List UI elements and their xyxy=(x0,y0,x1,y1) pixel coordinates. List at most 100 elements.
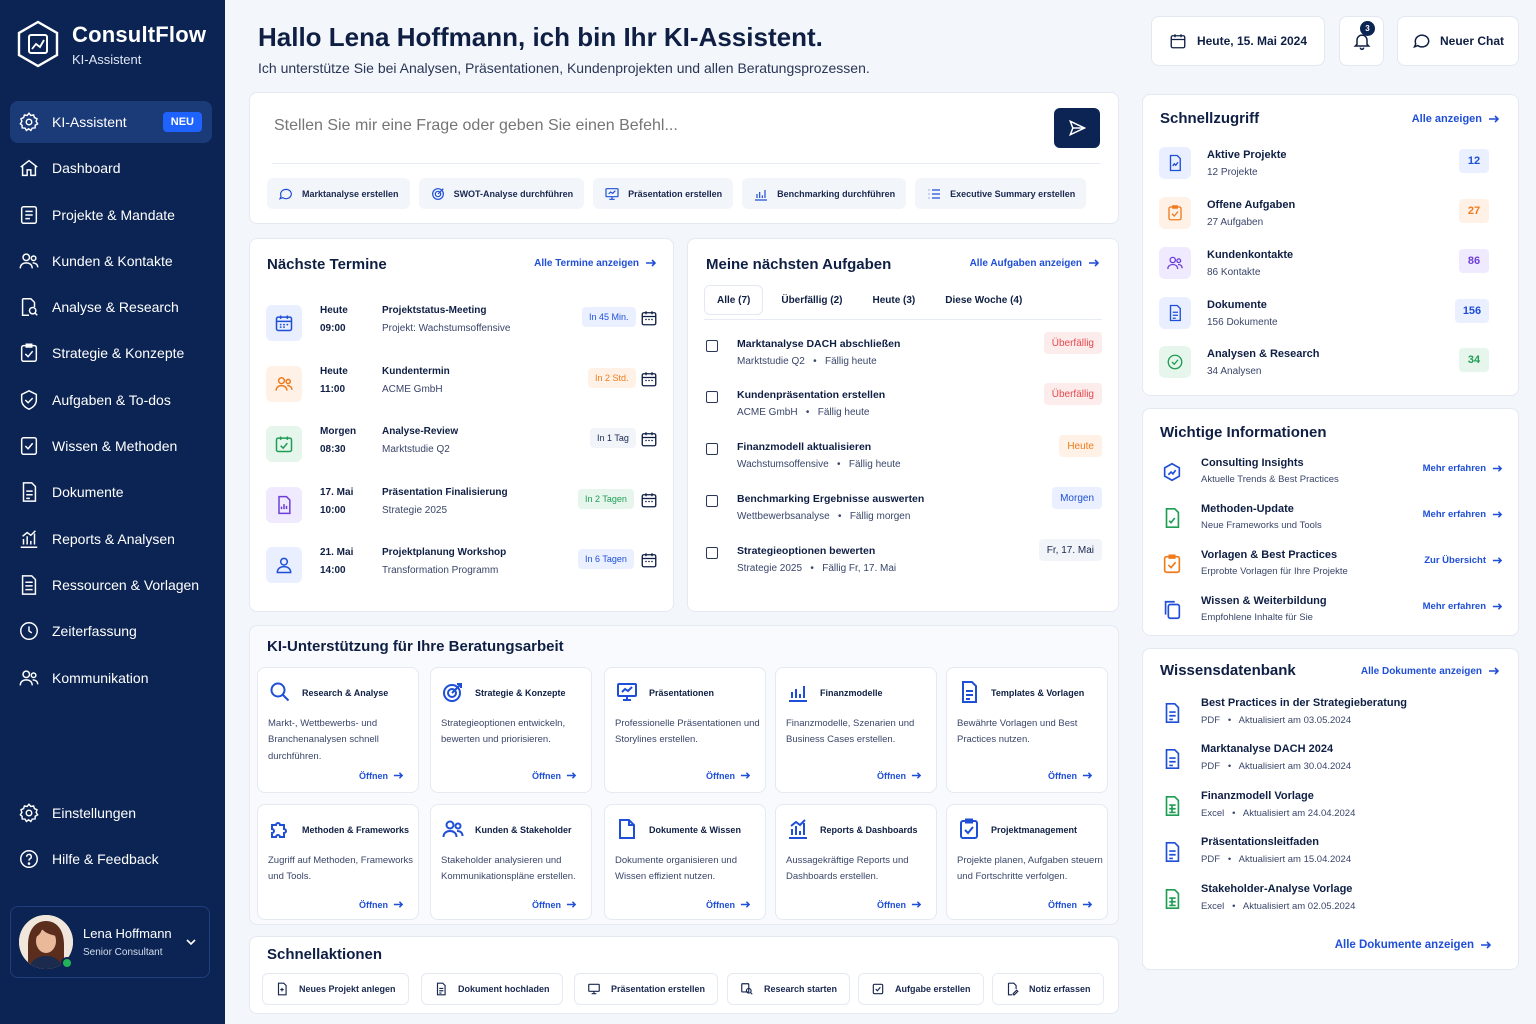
chip-benchmarking[interactable]: Benchmarking durchführen xyxy=(742,178,907,209)
send-button[interactable] xyxy=(1054,108,1100,148)
task-checkbox[interactable] xyxy=(706,391,718,403)
knowledge-item[interactable]: Stakeholder-Analyse Vorlage Excel • Aktu… xyxy=(1159,883,1503,919)
appointment-item[interactable]: Heute 11:00 Kundentermin ACME GmbH In 2 … xyxy=(266,364,666,410)
task-item[interactable]: Finanzmodell aktualisieren Wachstumsoffe… xyxy=(706,435,1102,481)
calendar-add-icon[interactable] xyxy=(640,551,658,569)
info-item[interactable]: Wissen & Weiterbildung Empfohlene Inhalt… xyxy=(1159,595,1503,631)
info-item-link[interactable]: Mehr erfahren xyxy=(1423,509,1503,520)
action-create-task[interactable]: Aufgabe erstellen xyxy=(858,973,984,1005)
calendar-add-icon[interactable] xyxy=(640,309,658,327)
open-link[interactable]: Öffnen xyxy=(877,770,922,781)
open-link[interactable]: Öffnen xyxy=(706,770,751,781)
nav-item-analyse[interactable]: Analyse & Research xyxy=(10,286,212,328)
knowledge-item[interactable]: Marktanalyse DACH 2024 PDF • Aktualisier… xyxy=(1159,743,1503,779)
new-chat-button[interactable]: Neuer Chat xyxy=(1397,16,1519,66)
chevron-down-icon[interactable] xyxy=(185,936,197,948)
appointment-item[interactable]: 21. Mai 14:00 Projektplanung Workshop Tr… xyxy=(266,545,666,591)
open-link[interactable]: Öffnen xyxy=(877,899,922,910)
open-link[interactable]: Öffnen xyxy=(1048,770,1093,781)
info-item-link[interactable]: Mehr erfahren xyxy=(1423,463,1503,474)
task-item[interactable]: Marktanalyse DACH abschließen Marktstudi… xyxy=(706,332,1102,378)
nav-item-kommunikation[interactable]: Kommunikation xyxy=(10,657,212,699)
knowledge-all-link-top[interactable]: Alle Dokumente anzeigen xyxy=(1361,665,1500,677)
chip-swot[interactable]: SWOT-Analyse durchführen xyxy=(418,178,585,209)
calendar-add-icon[interactable] xyxy=(640,430,658,448)
all-tasks-link[interactable]: Alle Aufgaben anzeigen xyxy=(970,257,1100,269)
open-link[interactable]: Öffnen xyxy=(1048,899,1093,910)
nav-item-kunden[interactable]: Kunden & Kontakte xyxy=(10,240,212,282)
open-link[interactable]: Öffnen xyxy=(359,770,404,781)
nav-item-ki-assistent[interactable]: KI-Assistent NEU xyxy=(10,101,212,143)
task-item[interactable]: Strategieoptionen bewerten Strategie 202… xyxy=(706,539,1102,585)
task-checkbox[interactable] xyxy=(706,495,718,507)
nav-item-einstellungen[interactable]: Einstellungen xyxy=(10,792,212,834)
nav-item-projekte[interactable]: Projekte & Mandate xyxy=(10,194,212,236)
tile-projektmanagement[interactable]: Projektmanagement Projekte planen, Aufga… xyxy=(946,804,1108,920)
nav-item-hilfe[interactable]: Hilfe & Feedback xyxy=(10,838,212,880)
nav-item-dokumente[interactable]: Dokumente xyxy=(10,471,212,513)
task-checkbox[interactable] xyxy=(706,340,718,352)
info-item[interactable]: Vorlagen & Best Practices Erprobte Vorla… xyxy=(1159,549,1503,585)
calendar-add-icon[interactable] xyxy=(640,370,658,388)
tile-research[interactable]: Research & Analyse Markt-, Wettbewerbs- … xyxy=(257,667,419,793)
nav-item-ressourcen[interactable]: Ressourcen & Vorlagen xyxy=(10,564,212,606)
chat-input[interactable] xyxy=(274,117,1034,135)
action-create-presentation[interactable]: Präsentation erstellen xyxy=(574,973,719,1005)
quick-access-item[interactable]: Kundenkontakte 86 Kontakte 86 xyxy=(1159,247,1489,287)
tile-reports[interactable]: Reports & Dashboards Aussagekräftige Rep… xyxy=(775,804,937,920)
quick-access-all-link[interactable]: Alle anzeigen xyxy=(1412,113,1500,125)
open-link[interactable]: Öffnen xyxy=(532,770,577,781)
appointment-item[interactable]: Heute 09:00 Projektstatus-Meeting Projek… xyxy=(266,303,666,349)
knowledge-item[interactable]: Präsentationsleitfaden PDF • Aktualisier… xyxy=(1159,836,1503,872)
action-start-research[interactable]: Research starten xyxy=(727,973,851,1005)
knowledge-item[interactable]: Finanzmodell Vorlage Excel • Aktualisier… xyxy=(1159,790,1503,826)
tile-methoden[interactable]: Methoden & Frameworks Zugriff auf Method… xyxy=(257,804,419,920)
action-new-project[interactable]: Neues Projekt anlegen xyxy=(262,973,409,1005)
brand-logo[interactable]: ConsultFlow KI-Assistent xyxy=(16,20,206,68)
quick-access-item[interactable]: Offene Aufgaben 27 Aufgaben 27 xyxy=(1159,197,1489,237)
knowledge-all-link-bottom[interactable]: Alle Dokumente anzeigen xyxy=(1335,939,1492,951)
nav-item-reports[interactable]: Reports & Analysen xyxy=(10,518,212,560)
tile-strategie[interactable]: Strategie & Konzepte Strategieoptionen e… xyxy=(430,667,592,793)
tab-alle[interactable]: Alle (7) xyxy=(704,285,764,315)
task-item[interactable]: Kundenpräsentation erstellen ACME GmbH •… xyxy=(706,383,1102,429)
nav-item-aufgaben[interactable]: Aufgaben & To-dos xyxy=(10,379,212,421)
info-item-link[interactable]: Zur Übersicht xyxy=(1424,555,1503,566)
appointment-item[interactable]: 17. Mai 10:00 Präsentation Finalisierung… xyxy=(266,485,666,531)
tile-templates[interactable]: Templates & Vorlagen Bewährte Vorlagen u… xyxy=(946,667,1108,793)
tab-heute[interactable]: Heute (3) xyxy=(860,285,927,315)
all-appointments-link[interactable]: Alle Termine anzeigen xyxy=(534,257,657,269)
chip-praesentation[interactable]: Präsentation erstellen xyxy=(593,178,734,209)
info-item-link[interactable]: Mehr erfahren xyxy=(1423,601,1503,612)
nav-item-strategie[interactable]: Strategie & Konzepte xyxy=(10,332,212,374)
task-checkbox[interactable] xyxy=(706,547,718,559)
quick-access-item[interactable]: Dokumente 156 Dokumente 156 xyxy=(1159,297,1489,337)
user-profile-card[interactable]: Lena Hoffmann Senior Consultant xyxy=(10,906,210,978)
date-button[interactable]: Heute, 15. Mai 2024 xyxy=(1151,16,1325,66)
open-link[interactable]: Öffnen xyxy=(532,899,577,910)
appointment-item[interactable]: Morgen 08:30 Analyse-Review Marktstudie … xyxy=(266,424,666,470)
chip-executive-summary[interactable]: Executive Summary erstellen xyxy=(915,178,1087,209)
info-item[interactable]: Consulting Insights Aktuelle Trends & Be… xyxy=(1159,457,1503,493)
calendar-add-icon[interactable] xyxy=(640,491,658,509)
notifications-button[interactable]: 3 xyxy=(1339,16,1384,66)
open-link[interactable]: Öffnen xyxy=(359,899,404,910)
task-item[interactable]: Benchmarking Ergebnisse auswerten Wettbe… xyxy=(706,487,1102,533)
tab-ueberfaellig[interactable]: Überfällig (2) xyxy=(769,285,854,315)
tab-diese-woche[interactable]: Diese Woche (4) xyxy=(933,285,1034,315)
quick-access-item[interactable]: Aktive Projekte 12 Projekte 12 xyxy=(1159,147,1489,187)
action-note[interactable]: Notiz erfassen xyxy=(992,973,1104,1005)
quick-access-item[interactable]: Analysen & Research 34 Analysen 34 xyxy=(1159,346,1489,386)
info-item[interactable]: Methoden-Update Neue Frameworks und Tool… xyxy=(1159,503,1503,539)
nav-item-wissen[interactable]: Wissen & Methoden xyxy=(10,425,212,467)
nav-item-zeiterfassung[interactable]: Zeiterfassung xyxy=(10,610,212,652)
tile-kunden[interactable]: Kunden & Stakeholder Stakeholder analysi… xyxy=(430,804,592,920)
nav-item-dashboard[interactable]: Dashboard xyxy=(10,147,212,189)
tile-finanzmodelle[interactable]: Finanzmodelle Finanzmodelle, Szenarien u… xyxy=(775,667,937,793)
knowledge-item[interactable]: Best Practices in der Strategieberatung … xyxy=(1159,697,1503,733)
task-checkbox[interactable] xyxy=(706,443,718,455)
chip-marktanalyse[interactable]: Marktanalyse erstellen xyxy=(267,178,410,209)
tile-dokumente[interactable]: Dokumente & Wissen Dokumente organisiere… xyxy=(604,804,766,920)
action-upload-document[interactable]: Dokument hochladen xyxy=(421,973,563,1005)
open-link[interactable]: Öffnen xyxy=(706,899,751,910)
